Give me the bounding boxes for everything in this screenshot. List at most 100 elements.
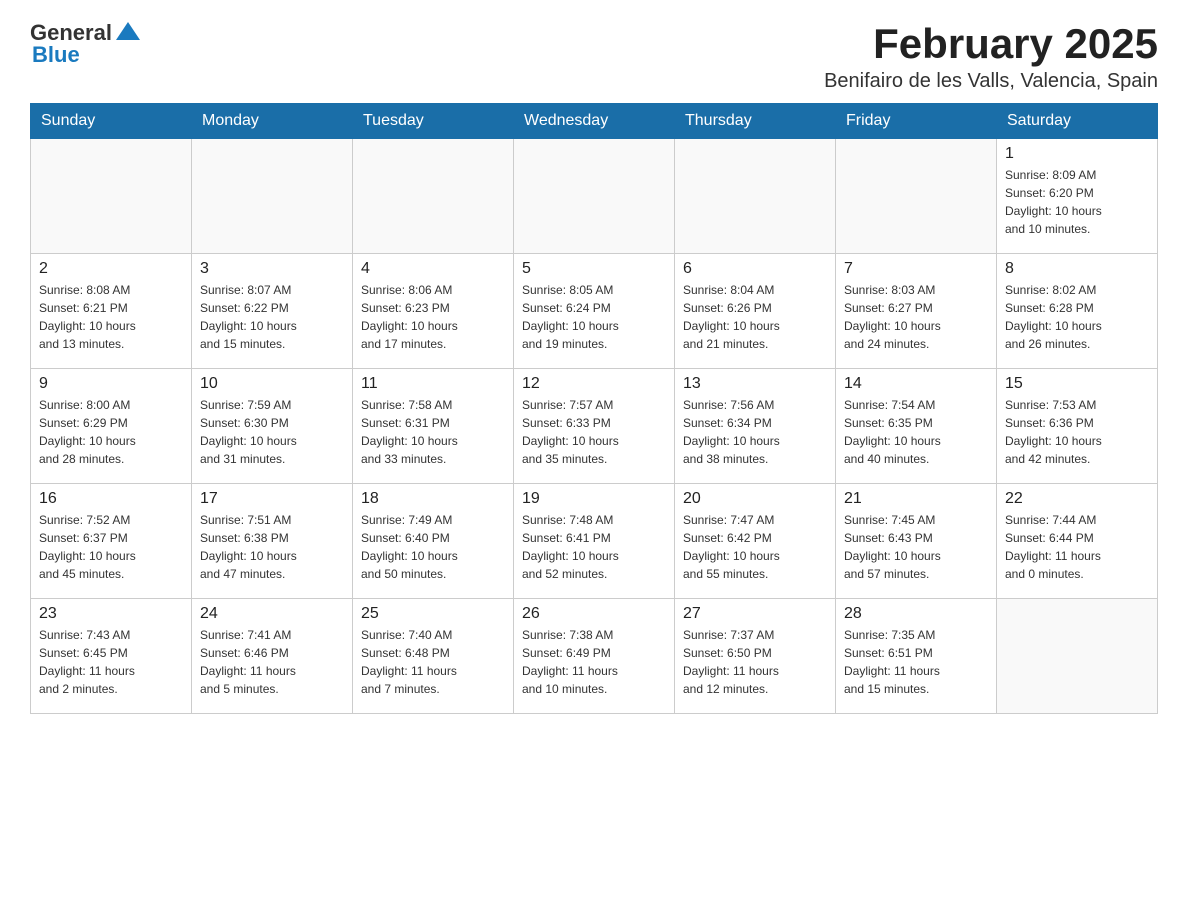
day-number: 13: [683, 375, 827, 393]
calendar-cell: 26 Sunrise: 7:38 AM Sunset: 6:49 PM Dayli…: [514, 599, 675, 714]
day-info: Sunrise: 7:45 AM Sunset: 6:43 PM Dayligh…: [844, 511, 988, 583]
weekday-header-tuesday: Tuesday: [353, 104, 514, 139]
day-number: 26: [522, 605, 666, 623]
calendar-cell: 23Sunrise: 7:43 AM Sunset: 6:45 PM Dayli…: [31, 599, 192, 714]
day-info: Sunrise: 8:00 AM Sunset: 6:29 PM Dayligh…: [39, 396, 183, 468]
day-number: 8: [1005, 260, 1149, 278]
calendar-cell: 27Sunrise: 7:37 AM Sunset: 6:50 PM Dayli…: [675, 599, 836, 714]
calendar-cell: 14 Sunrise: 7:54 AM Sunset: 6:35 PM Dayli…: [836, 369, 997, 484]
day-info: Sunrise: 7:58 AM Sunset: 6:31 PM Dayligh…: [361, 396, 505, 468]
calendar-cell: 16 Sunrise: 7:52 AM Sunset: 6:37 PM Dayli…: [31, 484, 192, 599]
calendar-cell: 28 Sunrise: 7:35 AM Sunset: 6:51 PM Dayli…: [836, 599, 997, 714]
calendar-week-row: 1 Sunrise: 8:09 AM Sunset: 6:20 PM Daylig…: [31, 139, 1158, 254]
calendar-cell: 8 Sunrise: 8:02 AM Sunset: 6:28 PM Daylig…: [997, 254, 1158, 369]
day-number: 7: [844, 260, 988, 278]
day-info: Sunrise: 7:57 AM Sunset: 6:33 PM Dayligh…: [522, 396, 666, 468]
day-number: 20: [683, 490, 827, 508]
day-info: Sunrise: 7:59 AM Sunset: 6:30 PM Dayligh…: [200, 396, 344, 468]
calendar-header-row: SundayMondayTuesdayWednesdayThursdayFrid…: [31, 104, 1158, 139]
day-info: Sunrise: 7:47 AM Sunset: 6:42 PM Dayligh…: [683, 511, 827, 583]
day-number: 15: [1005, 375, 1149, 393]
day-info: Sunrise: 7:52 AM Sunset: 6:37 PM Dayligh…: [39, 511, 183, 583]
day-info: Sunrise: 8:05 AM Sunset: 6:24 PM Dayligh…: [522, 281, 666, 353]
calendar-subtitle: Benifairo de les Valls, Valencia, Spain: [824, 70, 1158, 93]
calendar-table: SundayMondayTuesdayWednesdayThursdayFrid…: [30, 103, 1158, 714]
calendar-cell: 24Sunrise: 7:41 AM Sunset: 6:46 PM Dayli…: [192, 599, 353, 714]
calendar-cell: 15Sunrise: 7:53 AM Sunset: 6:36 PM Dayli…: [997, 369, 1158, 484]
calendar-cell: 21 Sunrise: 7:45 AM Sunset: 6:43 PM Dayli…: [836, 484, 997, 599]
day-number: 1: [1005, 145, 1149, 163]
day-number: 24: [200, 605, 344, 623]
weekday-header-wednesday: Wednesday: [514, 104, 675, 139]
weekday-header-thursday: Thursday: [675, 104, 836, 139]
day-info: Sunrise: 8:06 AM Sunset: 6:23 PM Dayligh…: [361, 281, 505, 353]
calendar-cell: [192, 139, 353, 254]
day-number: 16: [39, 490, 183, 508]
day-info: Sunrise: 8:02 AM Sunset: 6:28 PM Dayligh…: [1005, 281, 1149, 353]
day-info: Sunrise: 7:48 AM Sunset: 6:41 PM Dayligh…: [522, 511, 666, 583]
weekday-header-saturday: Saturday: [997, 104, 1158, 139]
day-info: Sunrise: 7:38 AM Sunset: 6:49 PM Dayligh…: [522, 626, 666, 698]
calendar-cell: 7 Sunrise: 8:03 AM Sunset: 6:27 PM Daylig…: [836, 254, 997, 369]
calendar-cell: 9 Sunrise: 8:00 AM Sunset: 6:29 PM Daylig…: [31, 369, 192, 484]
calendar-cell: 6Sunrise: 8:04 AM Sunset: 6:26 PM Daylig…: [675, 254, 836, 369]
calendar-cell: [997, 599, 1158, 714]
calendar-title: February 2025: [824, 20, 1158, 68]
logo: General Blue: [30, 20, 142, 68]
calendar-week-row: 23Sunrise: 7:43 AM Sunset: 6:45 PM Dayli…: [31, 599, 1158, 714]
calendar-cell: [675, 139, 836, 254]
title-area: February 2025 Benifairo de les Valls, Va…: [824, 20, 1158, 93]
calendar-week-row: 16 Sunrise: 7:52 AM Sunset: 6:37 PM Dayli…: [31, 484, 1158, 599]
logo-icon: [114, 18, 142, 46]
page-header: General Blue February 2025 Benifairo de …: [30, 20, 1158, 93]
day-info: Sunrise: 8:04 AM Sunset: 6:26 PM Dayligh…: [683, 281, 827, 353]
day-number: 27: [683, 605, 827, 623]
weekday-header-friday: Friday: [836, 104, 997, 139]
calendar-cell: 13 Sunrise: 7:56 AM Sunset: 6:34 PM Dayli…: [675, 369, 836, 484]
day-info: Sunrise: 7:35 AM Sunset: 6:51 PM Dayligh…: [844, 626, 988, 698]
day-number: 12: [522, 375, 666, 393]
calendar-week-row: 9 Sunrise: 8:00 AM Sunset: 6:29 PM Daylig…: [31, 369, 1158, 484]
calendar-cell: 11 Sunrise: 7:58 AM Sunset: 6:31 PM Dayli…: [353, 369, 514, 484]
day-number: 19: [522, 490, 666, 508]
calendar-cell: [31, 139, 192, 254]
day-info: Sunrise: 7:49 AM Sunset: 6:40 PM Dayligh…: [361, 511, 505, 583]
day-number: 22: [1005, 490, 1149, 508]
calendar-cell: 19 Sunrise: 7:48 AM Sunset: 6:41 PM Dayli…: [514, 484, 675, 599]
logo-blue: Blue: [32, 42, 80, 68]
calendar-cell: 10 Sunrise: 7:59 AM Sunset: 6:30 PM Dayli…: [192, 369, 353, 484]
day-info: Sunrise: 7:51 AM Sunset: 6:38 PM Dayligh…: [200, 511, 344, 583]
calendar-cell: 3 Sunrise: 8:07 AM Sunset: 6:22 PM Daylig…: [192, 254, 353, 369]
day-number: 3: [200, 260, 344, 278]
day-number: 21: [844, 490, 988, 508]
day-info: Sunrise: 7:56 AM Sunset: 6:34 PM Dayligh…: [683, 396, 827, 468]
calendar-cell: [514, 139, 675, 254]
day-info: Sunrise: 8:03 AM Sunset: 6:27 PM Dayligh…: [844, 281, 988, 353]
calendar-cell: 2 Sunrise: 8:08 AM Sunset: 6:21 PM Daylig…: [31, 254, 192, 369]
day-info: Sunrise: 7:40 AM Sunset: 6:48 PM Dayligh…: [361, 626, 505, 698]
day-number: 17: [200, 490, 344, 508]
day-number: 25: [361, 605, 505, 623]
calendar-cell: 4 Sunrise: 8:06 AM Sunset: 6:23 PM Daylig…: [353, 254, 514, 369]
day-info: Sunrise: 8:08 AM Sunset: 6:21 PM Dayligh…: [39, 281, 183, 353]
day-info: Sunrise: 8:09 AM Sunset: 6:20 PM Dayligh…: [1005, 166, 1149, 238]
day-number: 10: [200, 375, 344, 393]
day-info: Sunrise: 7:54 AM Sunset: 6:35 PM Dayligh…: [844, 396, 988, 468]
calendar-cell: 1 Sunrise: 8:09 AM Sunset: 6:20 PM Daylig…: [997, 139, 1158, 254]
calendar-cell: 18 Sunrise: 7:49 AM Sunset: 6:40 PM Dayli…: [353, 484, 514, 599]
calendar-cell: 20 Sunrise: 7:47 AM Sunset: 6:42 PM Dayli…: [675, 484, 836, 599]
day-number: 18: [361, 490, 505, 508]
calendar-cell: 12 Sunrise: 7:57 AM Sunset: 6:33 PM Dayli…: [514, 369, 675, 484]
day-number: 4: [361, 260, 505, 278]
day-number: 9: [39, 375, 183, 393]
day-number: 11: [361, 375, 505, 393]
day-number: 2: [39, 260, 183, 278]
weekday-header-sunday: Sunday: [31, 104, 192, 139]
day-number: 28: [844, 605, 988, 623]
day-info: Sunrise: 7:44 AM Sunset: 6:44 PM Dayligh…: [1005, 511, 1149, 583]
weekday-header-monday: Monday: [192, 104, 353, 139]
calendar-week-row: 2 Sunrise: 8:08 AM Sunset: 6:21 PM Daylig…: [31, 254, 1158, 369]
calendar-cell: 22 Sunrise: 7:44 AM Sunset: 6:44 PM Dayli…: [997, 484, 1158, 599]
day-info: Sunrise: 8:07 AM Sunset: 6:22 PM Dayligh…: [200, 281, 344, 353]
day-number: 14: [844, 375, 988, 393]
